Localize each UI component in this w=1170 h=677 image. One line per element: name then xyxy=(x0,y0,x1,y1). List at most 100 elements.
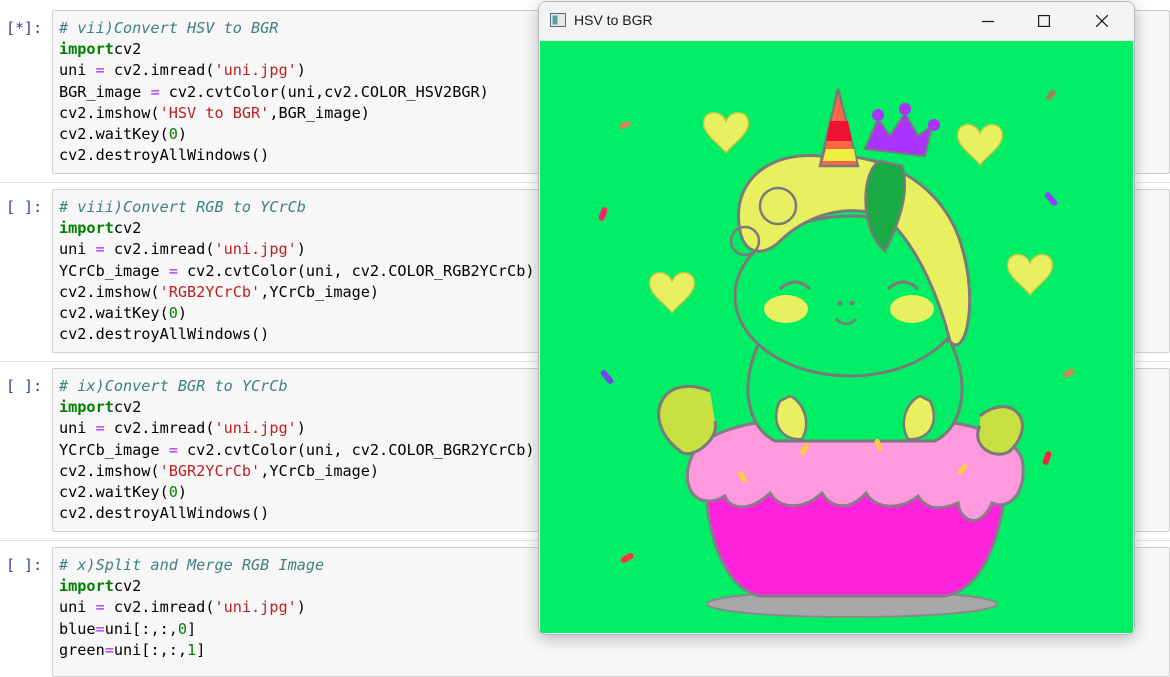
code-token: 0 xyxy=(177,619,188,638)
code-line: YCrCb_image = cv2.cvtColor(uni, cv2.COLO… xyxy=(59,261,535,282)
cell-prompt: [ ]: xyxy=(6,556,43,574)
unicorn-cupcake-image xyxy=(598,88,1075,618)
code-token: uni xyxy=(59,419,96,438)
code-token: cv2.destroyAllWindows() xyxy=(59,325,270,344)
code-line: cv2.destroyAllWindows() xyxy=(59,503,535,524)
code-token: cv2.imread( xyxy=(104,598,215,617)
close-icon xyxy=(1096,15,1108,27)
code-line: importcv2 xyxy=(59,218,535,239)
code-line: BGR_image = cv2.cvtColor(uni,cv2.COLOR_H… xyxy=(59,82,489,103)
code-line: # x)Split and Merge RGB Image xyxy=(59,555,324,576)
code-line: importcv2 xyxy=(59,397,535,418)
close-button[interactable] xyxy=(1079,2,1125,40)
code-token: cv2.imread( xyxy=(104,61,215,80)
code-token: cv2.imshow( xyxy=(59,103,160,122)
window-titlebar[interactable]: HSV to BGR xyxy=(539,2,1134,41)
code-token: cv2 xyxy=(113,398,142,417)
minimize-button[interactable] xyxy=(965,2,1011,40)
code-token: green xyxy=(59,640,105,659)
code-token: uni xyxy=(59,598,96,617)
code-token: cv2.cvtColor(uni, cv2.COLOR_RGB2YCrCb) xyxy=(177,261,535,280)
code-line: cv2.waitKey(0) xyxy=(59,303,535,324)
code-line: # ix)Convert BGR to YCrCb xyxy=(59,376,535,397)
code-token: 0 xyxy=(168,304,178,323)
code-line: uni = cv2.imread('uni.jpg') xyxy=(59,597,324,618)
code-token: 'uni.jpg' xyxy=(214,419,297,438)
code-token: = xyxy=(95,240,105,259)
heart-shape xyxy=(1006,253,1054,297)
cell-prompt: [*]: xyxy=(6,19,43,37)
code-token: uni[:,:, xyxy=(113,640,188,659)
code-token: = xyxy=(150,82,160,101)
code-line: cv2.waitKey(0) xyxy=(59,124,489,145)
code-line: uni = cv2.imread('uni.jpg') xyxy=(59,418,535,439)
code-token: import xyxy=(59,40,114,59)
app-window-icon xyxy=(550,13,566,27)
window-title: HSV to BGR xyxy=(574,12,653,28)
code-token: = xyxy=(104,640,114,659)
code-token: ) xyxy=(177,483,188,502)
maximize-button[interactable] xyxy=(1021,2,1067,40)
code-token: cv2.cvtColor(uni,cv2.COLOR_HSV2BGR) xyxy=(159,82,489,101)
code-line: cv2.imshow('BGR2YCrCb',YCrCb_image) xyxy=(59,461,535,482)
code-token: uni xyxy=(59,61,96,80)
code-token: uni[:,:, xyxy=(104,619,178,638)
heart-shape xyxy=(956,123,1004,167)
code-token: import xyxy=(59,398,114,417)
code-text[interactable]: # x)Split and Merge RGB Image importcv2 un… xyxy=(59,555,324,661)
code-token: # ix)Convert BGR to YCrCb xyxy=(59,377,288,395)
code-line: cv2.destroyAllWindows() xyxy=(59,324,535,345)
code-token: cv2.imshow( xyxy=(59,282,160,301)
code-line: green=uni[:,:,1] xyxy=(59,640,324,661)
code-token: cv2.imread( xyxy=(104,240,215,259)
cell-prompt: [ ]: xyxy=(6,377,43,395)
code-token: 0 xyxy=(168,483,178,502)
code-line: # viii)Convert RGB to YCrCb xyxy=(59,197,535,218)
code-token: cv2.waitKey( xyxy=(59,304,169,323)
code-token: ,YCrCb_image) xyxy=(260,461,380,480)
heart-shape xyxy=(702,111,750,155)
code-token: = xyxy=(168,261,178,280)
code-token: ) xyxy=(296,598,306,617)
code-token: # vii)Convert HSV to BGR xyxy=(59,19,279,37)
code-token: BGR_image xyxy=(59,82,151,101)
code-token: cv2.waitKey( xyxy=(59,125,169,144)
code-token: cv2.cvtColor(uni, cv2.COLOR_BGR2YCrCb) xyxy=(177,440,535,459)
code-token: ] xyxy=(196,640,206,659)
code-token: import xyxy=(59,577,114,596)
code-token: cv2.imshow( xyxy=(59,461,160,480)
code-text[interactable]: # vii)Convert HSV to BGR importcv2 uni = c… xyxy=(59,18,489,166)
code-token: cv2.destroyAllWindows() xyxy=(59,146,270,165)
code-token: ) xyxy=(296,240,306,259)
image-window[interactable]: HSV to BGR xyxy=(538,1,1135,635)
heart-shape xyxy=(648,271,696,315)
code-token: uni xyxy=(59,240,96,259)
code-line: cv2.waitKey(0) xyxy=(59,482,535,503)
code-token: = xyxy=(95,598,105,617)
code-token: ,BGR_image) xyxy=(269,103,370,122)
code-token: # viii)Convert RGB to YCrCb xyxy=(59,198,306,216)
code-token: cv2 xyxy=(113,577,142,596)
cell-prompt: [ ]: xyxy=(6,198,43,216)
code-line: importcv2 xyxy=(59,39,489,60)
code-line: YCrCb_image = cv2.cvtColor(uni, cv2.COLO… xyxy=(59,440,535,461)
code-text[interactable]: # viii)Convert RGB to YCrCb importcv2 uni … xyxy=(59,197,535,345)
code-line: cv2.destroyAllWindows() xyxy=(59,145,489,166)
code-text[interactable]: # ix)Convert BGR to YCrCb importcv2 uni = … xyxy=(59,376,535,524)
code-line: # vii)Convert HSV to BGR xyxy=(59,18,489,39)
code-token: YCrCb_image xyxy=(59,261,169,280)
code-line: blue=uni[:,:,0] xyxy=(59,619,324,640)
code-token: # x)Split and Merge RGB Image xyxy=(59,556,325,574)
code-token: 1 xyxy=(187,640,197,659)
code-token: ,YCrCb_image) xyxy=(260,282,380,301)
code-line: uni = cv2.imread('uni.jpg') xyxy=(59,239,535,260)
code-token: ) xyxy=(296,61,306,80)
code-token: import xyxy=(59,219,114,238)
code-line: cv2.imshow('RGB2YCrCb',YCrCb_image) xyxy=(59,282,535,303)
image-canvas xyxy=(540,41,1133,633)
code-token: 0 xyxy=(168,125,178,144)
code-token: ) xyxy=(177,125,188,144)
code-token: ) xyxy=(296,419,306,438)
code-token: 'uni.jpg' xyxy=(214,61,297,80)
code-token: 'HSV to BGR' xyxy=(159,103,270,122)
